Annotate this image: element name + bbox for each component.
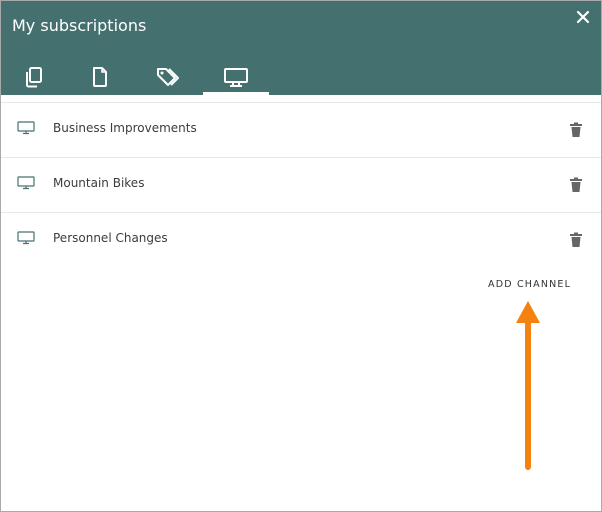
- list-item[interactable]: Mountain Bikes: [1, 157, 601, 212]
- tab-document[interactable]: [67, 59, 133, 95]
- tab-copy[interactable]: [1, 59, 67, 95]
- copy-icon: [26, 67, 42, 88]
- list-item-label: Mountain Bikes: [53, 176, 145, 190]
- monitor-icon: [17, 231, 35, 245]
- list-item[interactable]: Business Improvements: [1, 102, 601, 157]
- tab-channels[interactable]: [203, 59, 269, 95]
- list-item[interactable]: Personnel Changes: [1, 212, 601, 267]
- trash-icon[interactable]: [569, 177, 583, 193]
- subscription-list: Business Improvements Mountain Bikes Per…: [1, 102, 601, 267]
- add-channel-button[interactable]: ADD CHANNEL: [488, 279, 571, 290]
- document-icon: [93, 67, 107, 87]
- dialog-title: My subscriptions: [12, 16, 147, 35]
- monitor-icon: [17, 176, 35, 190]
- list-item-label: Business Improvements: [53, 121, 197, 135]
- trash-icon[interactable]: [569, 232, 583, 248]
- monitor-icon: [224, 68, 248, 87]
- dialog-header: My subscriptions: [1, 1, 601, 95]
- tags-icon: [157, 68, 179, 86]
- tab-tags[interactable]: [135, 59, 201, 95]
- close-icon[interactable]: [573, 7, 593, 27]
- list-item-label: Personnel Changes: [53, 231, 168, 245]
- tab-bar: [1, 59, 301, 95]
- subscriptions-dialog: My subscriptions Business Improvements M…: [0, 0, 602, 512]
- trash-icon[interactable]: [569, 122, 583, 138]
- annotation-arrow: [516, 301, 540, 470]
- monitor-icon: [17, 121, 35, 135]
